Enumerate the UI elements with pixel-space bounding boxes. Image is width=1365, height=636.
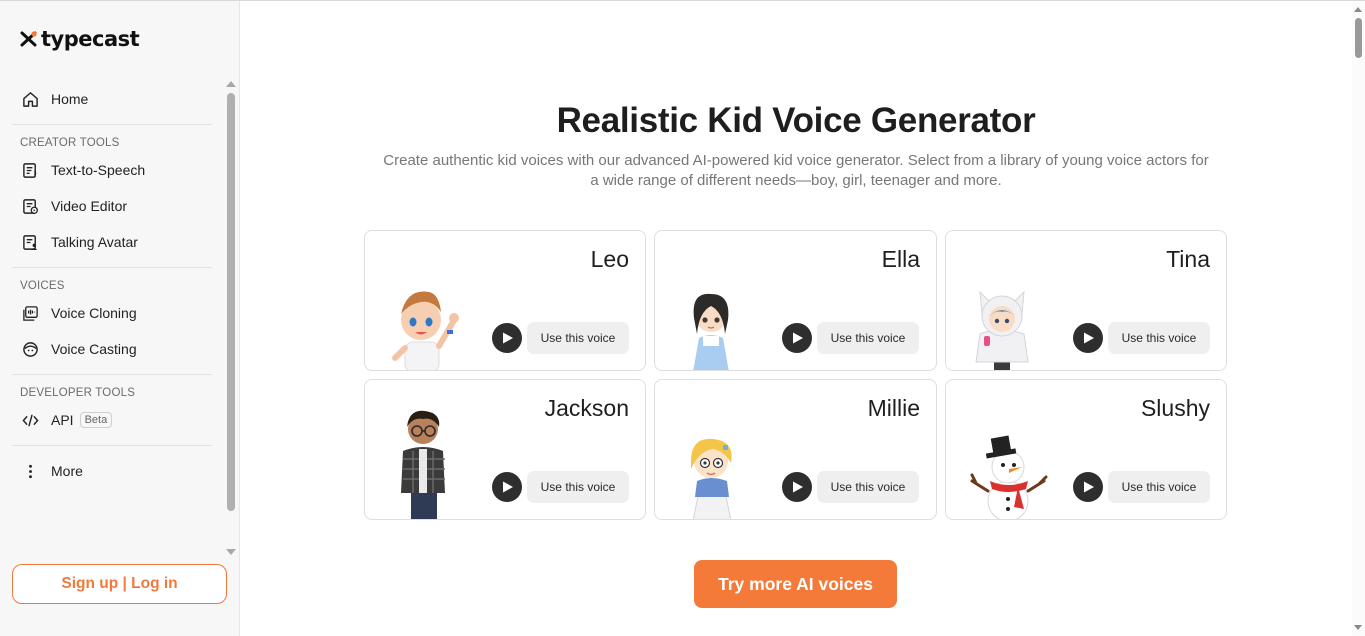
sidebar-item-label: Video Editor [51,198,128,214]
use-this-voice-button[interactable]: Use this voice [527,471,629,503]
section-label-voices: VOICES [20,280,65,292]
sidebar-item-label: API [51,412,74,428]
sidebar-item-label: Voice Casting [51,341,137,357]
snowman-avatar-icon [968,431,1048,519]
scroll-up-arrow-icon[interactable] [1354,7,1362,12]
blonde-girl-avatar-icon [677,431,757,519]
use-this-voice-button[interactable]: Use this voice [817,322,919,354]
sidebar-item-label: Text-to-Speech [51,162,146,178]
voice-cloning-icon [21,304,39,322]
more-vertical-icon [21,462,39,480]
voice-name: Jackson [544,395,629,421]
voice-card-ella[interactable]: Ella Use this voice [654,230,937,371]
use-this-voice-button[interactable]: Use this voice [527,322,629,354]
voice-grid: Leo Use this voice Ella Use this voice T… [364,230,1227,520]
sidebar-divider [12,445,212,446]
voice-card-millie[interactable]: Millie Use this voice [654,379,937,520]
kid-boy-avatar-icon [387,282,467,370]
play-button[interactable] [782,323,812,353]
voice-card-leo[interactable]: Leo Use this voice [364,230,646,371]
sidebar-item-label: Voice Cloning [51,305,137,321]
scroll-down-arrow-icon[interactable] [1354,625,1362,630]
typecast-logo-icon [20,31,37,47]
logo[interactable]: typecast [19,27,140,51]
beta-badge: Beta [79,412,113,428]
section-label-creator-tools: CREATOR TOOLS [20,137,120,149]
section-label-developer-tools: DEVELOPER TOOLS [20,387,136,399]
sidebar-item-text-to-speech[interactable]: Text-to-Speech [12,152,212,188]
play-icon [503,481,513,493]
sidebar-item-video-editor[interactable]: Video Editor [12,188,212,224]
play-icon [793,332,803,344]
sidebar-item-talking-avatar[interactable]: Talking Avatar [12,224,212,260]
sidebar-divider [12,267,212,268]
sidebar: typecast Home CREATOR TOOLS Text-to-Spee… [0,1,240,636]
play-icon [1084,332,1094,344]
text-to-speech-icon [21,161,39,179]
voice-card-tina[interactable]: Tina Use this voice [945,230,1227,371]
signup-login-button[interactable]: Sign up | Log in [12,564,227,604]
play-icon [1084,481,1094,493]
voice-card-jackson[interactable]: Jackson Use this voice [364,379,646,520]
voice-name: Tina [1166,246,1210,272]
voice-name: Ella [881,246,920,272]
teen-boy-avatar-icon [387,401,467,519]
page-subtitle: Create authentic kid voices with our adv… [383,152,1209,189]
sidebar-scrollbar[interactable] [226,79,236,557]
page-scroll-thumb[interactable] [1355,18,1362,58]
play-icon [503,332,513,344]
sidebar-divider [12,374,212,375]
sidebar-scroll-thumb[interactable] [227,93,235,511]
play-icon [793,481,803,493]
home-icon [21,90,39,108]
sidebar-item-label: More [51,463,83,479]
scroll-up-arrow-icon[interactable] [226,81,236,87]
main-content: Realistic Kid Voice Generator Create aut… [241,1,1351,636]
video-editor-icon [21,197,39,215]
use-this-voice-button[interactable]: Use this voice [1108,322,1210,354]
sidebar-divider [12,124,212,125]
use-this-voice-button[interactable]: Use this voice [817,471,919,503]
play-button[interactable] [492,472,522,502]
sidebar-item-voice-cloning[interactable]: Voice Cloning [12,295,212,331]
try-more-voices-button[interactable]: Try more AI voices [694,560,897,608]
play-button[interactable] [1073,323,1103,353]
talking-avatar-icon [21,233,39,251]
voice-casting-icon [21,340,39,358]
sidebar-item-api[interactable]: API Beta [12,402,212,438]
voice-name: Leo [590,246,629,272]
sidebar-item-home[interactable]: Home [12,81,212,117]
sidebar-nav: Home CREATOR TOOLS Text-to-Speech Video … [12,81,212,489]
sidebar-item-label: Home [51,91,89,107]
voice-name: Millie [867,395,920,421]
page-title: Realistic Kid Voice Generator [556,101,1036,140]
voice-card-slushy[interactable]: Slushy Use this voice [945,379,1227,520]
sidebar-item-label: Talking Avatar [51,234,138,250]
voice-name: Slushy [1140,395,1210,421]
kid-girl-avatar-icon [677,282,757,370]
sidebar-item-more[interactable]: More [12,453,212,489]
play-button[interactable] [1073,472,1103,502]
play-button[interactable] [782,472,812,502]
hoodie-girl-avatar-icon [968,282,1048,370]
code-icon [21,411,39,429]
use-this-voice-button[interactable]: Use this voice [1108,471,1210,503]
sidebar-item-voice-casting[interactable]: Voice Casting [12,331,212,367]
page-scrollbar[interactable] [1352,1,1365,636]
play-button[interactable] [492,323,522,353]
scroll-down-arrow-icon[interactable] [226,549,236,555]
app-window: typecast Home CREATOR TOOLS Text-to-Spee… [0,0,1365,636]
logo-text: typecast [41,27,140,51]
